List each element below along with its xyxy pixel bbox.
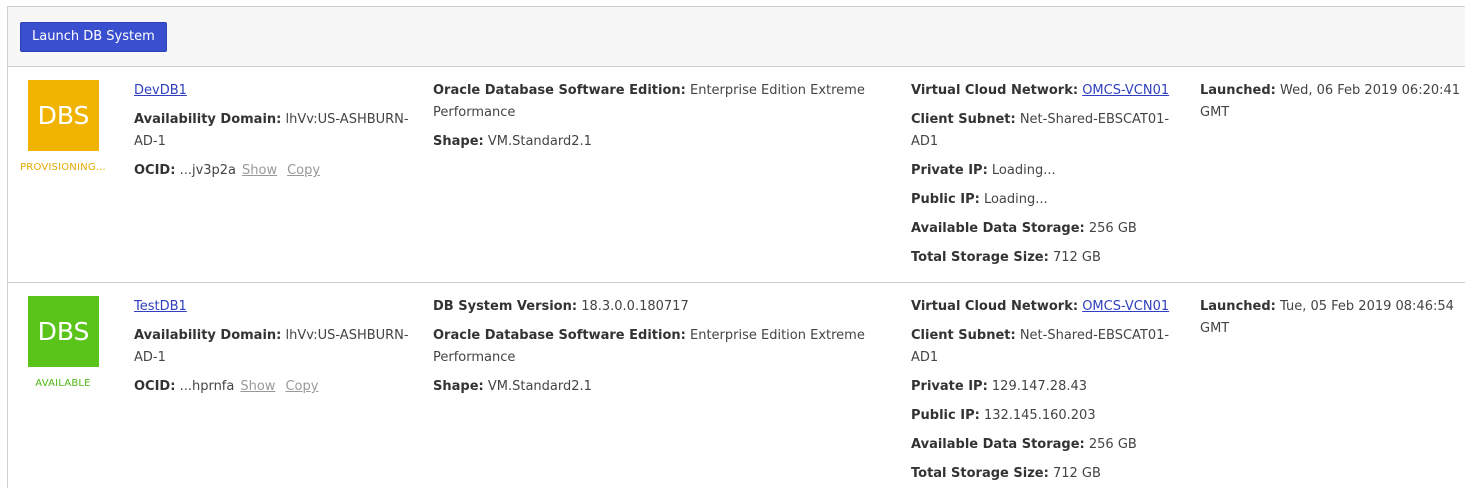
ocid-value: ...hprnfa: [179, 379, 235, 394]
identity-column: TestDB1 Availability Domain: lhVv:US-ASH…: [134, 296, 414, 405]
shape-label: Shape:: [433, 134, 484, 149]
total-storage-label: Total Storage Size:: [911, 466, 1049, 481]
launched-label: Launched:: [1200, 83, 1276, 98]
lifecycle-state: PROVISIONING...: [20, 162, 106, 173]
launch-db-system-button[interactable]: Launch DB System: [20, 22, 167, 52]
software-column: DB System Version: 18.3.0.0.180717 Oracl…: [433, 296, 873, 405]
vcn-link[interactable]: OMCS-VCN01: [1082, 83, 1169, 98]
ocid-show-link[interactable]: Show: [242, 163, 277, 178]
public-ip-label: Public IP:: [911, 408, 980, 423]
shape-value: VM.Standard2.1: [487, 134, 592, 149]
availability-domain-label: Availability Domain:: [134, 328, 282, 343]
identity-column: DevDB1 Availability Domain: lhVv:US-ASHB…: [134, 80, 414, 189]
client-subnet-label: Client Subnet:: [911, 328, 1016, 343]
db-system-name-link[interactable]: TestDB1: [134, 299, 187, 314]
db-system-row: DBS PROVISIONING... DevDB1 Availability …: [8, 67, 1465, 283]
available-storage-value: 256 GB: [1088, 437, 1137, 452]
software-edition-label: Oracle Database Software Edition:: [433, 328, 686, 343]
launch-column: Launched: Wed, 06 Feb 2019 06:20:41 GMT: [1200, 80, 1465, 131]
private-ip-value: 129.147.28.43: [991, 379, 1088, 394]
private-ip-label: Private IP:: [911, 379, 988, 394]
client-subnet-label: Client Subnet:: [911, 112, 1016, 127]
ocid-value: ...jv3p2a: [179, 163, 237, 178]
available-storage-value: 256 GB: [1088, 221, 1137, 236]
ocid-show-link[interactable]: Show: [240, 379, 275, 394]
dbs-icon: DBS: [28, 80, 99, 151]
vcn-label: Virtual Cloud Network:: [911, 83, 1079, 98]
available-storage-label: Available Data Storage:: [911, 221, 1085, 236]
shape-value: VM.Standard2.1: [487, 379, 592, 394]
vcn-label: Virtual Cloud Network:: [911, 299, 1079, 314]
ocid-label: OCID:: [134, 379, 176, 394]
network-column: Virtual Cloud Network: OMCS-VCN01 Client…: [911, 296, 1186, 488]
ocid-copy-link[interactable]: Copy: [285, 379, 318, 394]
db-system-name-link[interactable]: DevDB1: [134, 83, 187, 98]
total-storage-value: 712 GB: [1052, 250, 1101, 265]
vcn-link[interactable]: OMCS-VCN01: [1082, 299, 1169, 314]
launch-column: Launched: Tue, 05 Feb 2019 08:46:54 GMT: [1200, 296, 1465, 347]
dbs-icon: DBS: [28, 296, 99, 367]
ocid-label: OCID:: [134, 163, 176, 178]
software-edition-label: Oracle Database Software Edition:: [433, 83, 686, 98]
db-system-row: DBS AVAILABLE TestDB1 Availability Domai…: [8, 283, 1465, 488]
network-column: Virtual Cloud Network: OMCS-VCN01 Client…: [911, 80, 1186, 276]
private-ip-label: Private IP:: [911, 163, 988, 178]
db-system-version-label: DB System Version:: [433, 299, 578, 314]
total-storage-label: Total Storage Size:: [911, 250, 1049, 265]
available-storage-label: Available Data Storage:: [911, 437, 1085, 452]
ocid-copy-link[interactable]: Copy: [287, 163, 320, 178]
public-ip-value: Loading...: [983, 192, 1048, 207]
software-column: Oracle Database Software Edition: Enterp…: [433, 80, 873, 160]
launched-label: Launched:: [1200, 299, 1276, 314]
lifecycle-state: AVAILABLE: [35, 378, 91, 389]
public-ip-value: 132.145.160.203: [983, 408, 1096, 423]
private-ip-value: Loading...: [991, 163, 1056, 178]
total-storage-value: 712 GB: [1052, 466, 1101, 481]
toolbar: Launch DB System: [8, 7, 1465, 67]
db-systems-panel: Launch DB System DBS PROVISIONING... Dev…: [7, 6, 1465, 488]
availability-domain-label: Availability Domain:: [134, 112, 282, 127]
shape-label: Shape:: [433, 379, 484, 394]
public-ip-label: Public IP:: [911, 192, 980, 207]
db-system-version-value: 18.3.0.0.180717: [581, 299, 689, 314]
